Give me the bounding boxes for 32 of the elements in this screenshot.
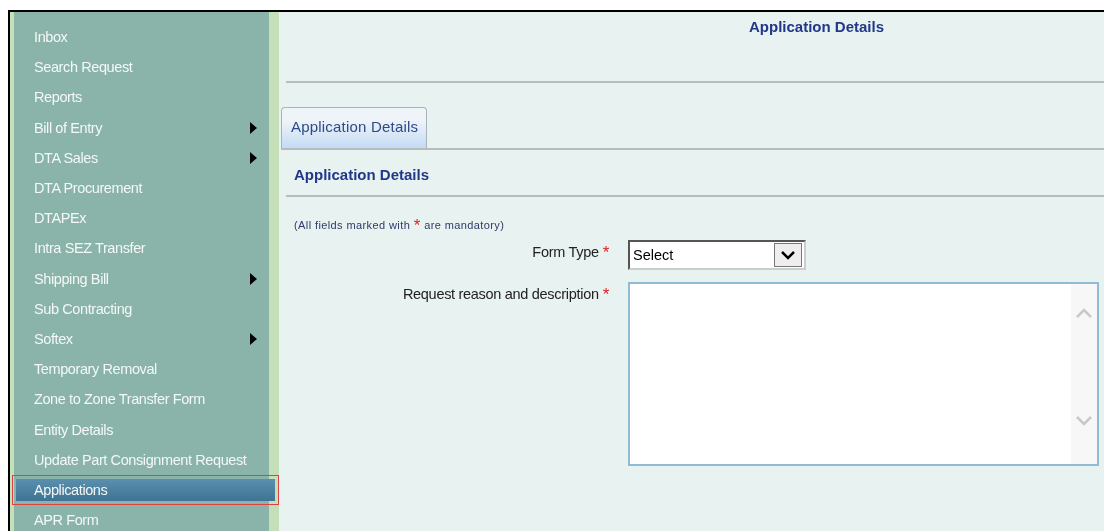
required-mark: * [602, 286, 609, 303]
sidebar-item[interactable]: Zone to Zone Transfer Form [14, 384, 269, 415]
submenu-arrow-icon [250, 332, 257, 345]
required-mark: * [602, 244, 609, 261]
section-title: Application Details [294, 166, 430, 183]
submenu-arrow-icon [250, 151, 257, 164]
chevron-down-icon [781, 250, 795, 260]
sidebar-item[interactable]: DTAPEx [14, 203, 269, 234]
sidebar-item[interactable]: Bill of Entry [14, 112, 269, 143]
description-textarea[interactable] [628, 282, 1099, 466]
sidebar-item[interactable]: Shipping Bill [14, 263, 269, 294]
submenu-arrow-icon [250, 121, 257, 134]
sidebar-item[interactable]: DTA Procurement [14, 172, 269, 204]
submenu-arrow-icon [250, 272, 257, 285]
page-title: Application Details [749, 18, 885, 35]
sidebar-item[interactable]: Reports [14, 82, 269, 113]
sidebar-item[interactable]: Softex [14, 323, 269, 355]
sidebar-item[interactable]: APR Form [14, 504, 269, 531]
sidebar-item[interactable]: Entity Details [14, 414, 269, 445]
field-label: Form Type [532, 244, 599, 260]
tab[interactable]: Application Details [281, 107, 428, 148]
sidebar-item[interactable]: DTA Sales [14, 142, 269, 173]
sidebar-item[interactable]: Update Part Consignment Request [14, 444, 269, 475]
field-label: Request reason and description [402, 286, 599, 302]
scroll-up-icon[interactable] [1076, 308, 1092, 318]
sidebar-item[interactable]: Temporary Removal [14, 354, 269, 385]
form-type-select[interactable]: Select [628, 240, 806, 270]
sidebar-item[interactable]: Search Request [14, 52, 269, 83]
scroll-down-icon[interactable] [1076, 416, 1092, 426]
sidebar-item[interactable]: Intra SEZ Transfer [14, 233, 269, 264]
sidebar-item[interactable]: Sub Contracting [14, 293, 269, 324]
sidebar-item[interactable]: Inbox [14, 22, 269, 53]
